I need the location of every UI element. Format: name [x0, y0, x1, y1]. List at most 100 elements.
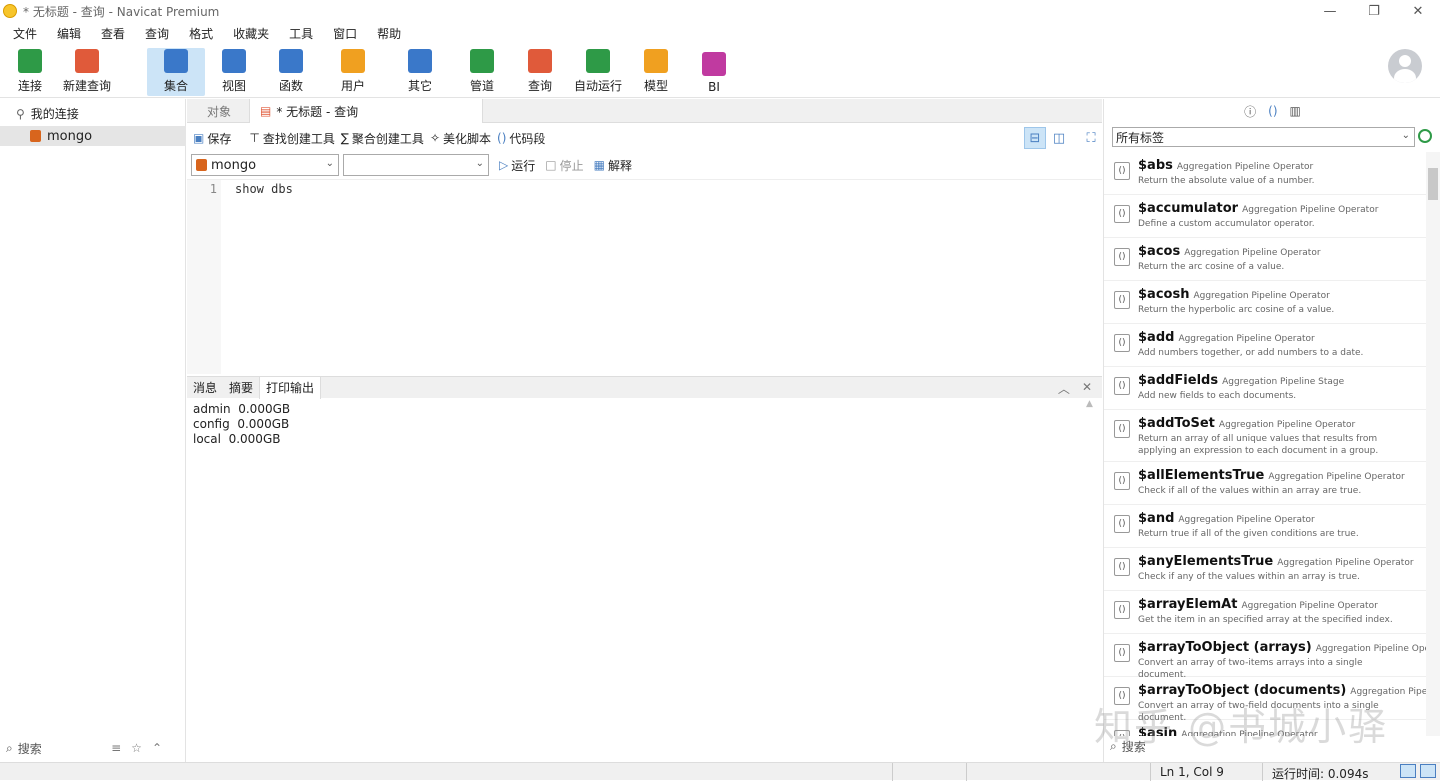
- scrollbar-thumb[interactable]: [1428, 168, 1438, 200]
- list-item[interactable]: () $addToSet Aggregation Pipeline Operator…: [1104, 410, 1426, 462]
- chevron-down-icon: ⌄: [475, 158, 484, 169]
- query-tab-icon: ▤: [260, 104, 272, 118]
- pipeline-button[interactable]: 管道: [462, 48, 502, 96]
- stop-button[interactable]: □ 停止: [545, 157, 583, 174]
- collapse-icon[interactable]: ⌃: [152, 741, 162, 755]
- window-title: * 无标题 - 查询 - Navicat Premium: [23, 4, 220, 19]
- maximize-button[interactable]: ❐: [1352, 0, 1396, 22]
- snippet-icon: (): [1114, 601, 1130, 619]
- close-panel-icon[interactable]: ✕: [1082, 380, 1092, 397]
- run-time: 运行时间: 0.094s: [1272, 767, 1369, 781]
- user-avatar[interactable]: [1388, 49, 1422, 83]
- menu-bar: 文件 编辑 查看 查询 格式 收藏夹 工具 窗口 帮助: [0, 22, 1440, 44]
- tab-print-output[interactable]: 打印输出: [259, 376, 322, 399]
- list-item[interactable]: () $accumulator Aggregation Pipeline Opera…: [1104, 195, 1426, 238]
- nav-search[interactable]: ⌕ 搜索 ≡ ☆ ⌃: [0, 735, 186, 761]
- menu-format[interactable]: 格式: [182, 25, 220, 42]
- bi-button[interactable]: BI: [694, 48, 734, 96]
- connection-mongo[interactable]: mongo: [0, 126, 186, 146]
- search-icon: ⌕: [6, 740, 13, 755]
- new-query-button[interactable]: 新建查询: [60, 48, 114, 96]
- tab-messages[interactable]: 消息: [187, 377, 223, 399]
- chevron-down-icon: ⌄: [325, 158, 334, 169]
- list-item[interactable]: () $acosh Aggregation Pipeline Operator Ret…: [1104, 281, 1426, 324]
- snippet-icon: (): [1114, 644, 1130, 662]
- database-select[interactable]: ⌄: [343, 154, 489, 176]
- my-connections-node[interactable]: ⚲ 我的连接: [16, 105, 79, 122]
- list-item[interactable]: () $anyElementsTrue Aggregation Pipeline O…: [1104, 548, 1426, 591]
- star-icon[interactable]: ☆: [131, 741, 142, 755]
- menu-file[interactable]: 文件: [6, 25, 44, 42]
- robot-icon: [586, 49, 610, 73]
- menu-help[interactable]: 帮助: [370, 25, 408, 42]
- print-output: admin 0.000GB config 0.000GB local 0.000…: [193, 402, 291, 446]
- new-query-icon: [75, 49, 99, 73]
- split-horizontal-icon[interactable]: ⊟: [1024, 127, 1046, 149]
- menu-tools[interactable]: 工具: [282, 25, 320, 42]
- find-builder-icon: ⊤: [249, 131, 260, 145]
- plug-icon: [18, 49, 42, 73]
- menu-window[interactable]: 窗口: [326, 25, 364, 42]
- list-item[interactable]: () $acos Aggregation Pipeline Operator Retu…: [1104, 238, 1426, 281]
- snippet-icon: (): [1114, 205, 1130, 223]
- menu-edit[interactable]: 编辑: [50, 25, 88, 42]
- grid-icon[interactable]: ▥: [1290, 104, 1301, 118]
- explain-button[interactable]: ▦ 解释: [594, 157, 632, 174]
- list-item[interactable]: () $addFields Aggregation Pipeline Stage Ad…: [1104, 367, 1426, 410]
- save-button[interactable]: ▣ 保存: [193, 130, 231, 147]
- snippet-icon: (): [1114, 334, 1130, 352]
- list-item[interactable]: () $arrayToObject (arrays) Aggregation Pip…: [1104, 634, 1426, 680]
- tab-objects[interactable]: 对象: [197, 99, 241, 123]
- user-icon: [341, 49, 365, 73]
- function-icon: [279, 49, 303, 73]
- mongodb-icon: [30, 130, 41, 142]
- layout-right-icon[interactable]: [1420, 764, 1436, 778]
- code-snippet-icon[interactable]: (): [1268, 104, 1277, 118]
- filter-icon[interactable]: ≡: [111, 741, 121, 755]
- info-icon[interactable]: ⓘ: [1244, 103, 1256, 120]
- tag-select[interactable]: 所有标签 ⌄: [1112, 127, 1415, 147]
- split-vertical-icon[interactable]: ◫: [1048, 127, 1070, 149]
- menu-favorites[interactable]: 收藏夹: [226, 25, 276, 42]
- model-button[interactable]: 模型: [636, 48, 676, 96]
- snippet-button[interactable]: () 代码段: [497, 130, 545, 147]
- snippet-icon: (): [1114, 291, 1130, 309]
- code-editor[interactable]: 1 show dbs: [187, 179, 1102, 374]
- menu-view[interactable]: 查看: [94, 25, 132, 42]
- collection-button[interactable]: 集合: [147, 48, 205, 96]
- function-button[interactable]: 函数: [271, 48, 311, 96]
- list-item[interactable]: () $allElementsTrue Aggregation Pipeline O…: [1104, 462, 1426, 505]
- menu-query[interactable]: 查询: [138, 25, 176, 42]
- beautify-icon: ✧: [429, 131, 440, 145]
- connection-select[interactable]: mongo ⌄: [191, 154, 339, 176]
- connect-button[interactable]: 连接: [10, 48, 50, 96]
- layout-left-icon[interactable]: [1400, 764, 1416, 778]
- automation-button[interactable]: 自动运行: [572, 48, 624, 96]
- aggregate-builder-button[interactable]: ∑ 聚合创建工具: [341, 130, 424, 147]
- beautify-button[interactable]: ✧ 美化脚本: [430, 130, 491, 147]
- chevron-up-icon[interactable]: ︿: [1058, 380, 1070, 397]
- refresh-icon[interactable]: [1418, 129, 1432, 143]
- snippet-scrollbar[interactable]: [1426, 152, 1440, 736]
- run-button[interactable]: ▷ 运行: [499, 157, 535, 174]
- list-item[interactable]: () $and Aggregation Pipeline Operator Retur…: [1104, 505, 1426, 548]
- list-item[interactable]: () $arrayElemAt Aggregation Pipeline Opera…: [1104, 591, 1426, 634]
- list-item[interactable]: () $abs Aggregation Pipeline Operator Retur…: [1104, 152, 1426, 195]
- tab-summary[interactable]: 摘要: [223, 377, 259, 399]
- tab-query[interactable]: ▤ * 无标题 - 查询: [249, 99, 483, 123]
- line-number: 1: [187, 180, 221, 374]
- stop-icon: □: [545, 158, 557, 172]
- close-button[interactable]: ✕: [1396, 0, 1440, 22]
- find-builder-button[interactable]: ⊤ 查找创建工具: [249, 130, 334, 147]
- snippet-icon: (): [1114, 248, 1130, 266]
- minimize-button[interactable]: —: [1308, 0, 1352, 22]
- other-button[interactable]: 其它: [400, 48, 440, 96]
- view-button[interactable]: 视图: [214, 48, 254, 96]
- query-text[interactable]: show dbs: [235, 182, 293, 196]
- user-button[interactable]: 用户: [333, 48, 373, 96]
- fullscreen-icon[interactable]: ⛶: [1080, 127, 1102, 149]
- list-item[interactable]: () $add Aggregation Pipeline Operator Add n…: [1104, 324, 1426, 367]
- query-button[interactable]: 查询: [520, 48, 560, 96]
- navicat-logo-icon: [3, 4, 17, 18]
- play-icon: ▷: [499, 158, 509, 172]
